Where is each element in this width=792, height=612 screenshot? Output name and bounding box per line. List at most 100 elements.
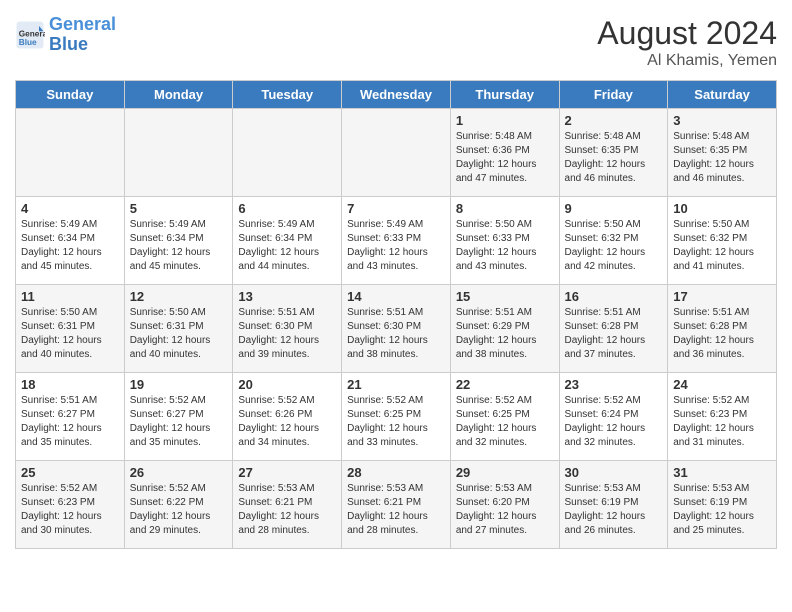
day-cell-29: 29 Sunrise: 5:53 AM Sunset: 6:20 PM Dayli…: [450, 461, 559, 549]
day-cell-12: 12Sunrise: 5:50 AM Sunset: 6:31 PM Dayli…: [124, 285, 233, 373]
empty-cell: [342, 109, 451, 197]
day-number: 19: [130, 377, 228, 392]
day-number: 25: [21, 465, 119, 480]
day-number: 15: [456, 289, 554, 304]
day-info: Sunrise: 5:52 AM Sunset: 6:27 PM Dayligh…: [130, 394, 228, 450]
header-row: SundayMondayTuesdayWednesdayThursdayFrid…: [16, 81, 777, 109]
day-number: 20: [238, 377, 336, 392]
week-row-4: 18 Sunrise: 5:51 AM Sunset: 6:27 PM Dayli…: [16, 373, 777, 461]
day-number: 24: [673, 377, 771, 392]
day-info: Sunrise: 5:51 AM Sunset: 6:28 PM Dayligh…: [673, 306, 771, 362]
day-cell-15: 15 Sunrise: 5:51 AM Sunset: 6:29 PM Dayli…: [450, 285, 559, 373]
week-row-3: 11Sunrise: 5:50 AM Sunset: 6:31 PM Dayli…: [16, 285, 777, 373]
day-cell-10: 10 Sunrise: 5:50 AM Sunset: 6:32 PM Dayli…: [668, 197, 777, 285]
header-day-saturday: Saturday: [668, 81, 777, 109]
day-info: Sunrise: 5:52 AM Sunset: 6:23 PM Dayligh…: [21, 482, 119, 538]
day-cell-8: 8 Sunrise: 5:50 AM Sunset: 6:33 PM Daylig…: [450, 197, 559, 285]
day-info: Sunrise: 5:52 AM Sunset: 6:22 PM Dayligh…: [130, 482, 228, 538]
day-info: Sunrise: 5:48 AM Sunset: 6:35 PM Dayligh…: [673, 130, 771, 186]
day-info: Sunrise: 5:50 AM Sunset: 6:32 PM Dayligh…: [673, 218, 771, 274]
day-number: 21: [347, 377, 445, 392]
header-day-monday: Monday: [124, 81, 233, 109]
day-info: Sunrise: 5:51 AM Sunset: 6:28 PM Dayligh…: [565, 306, 663, 362]
header-day-thursday: Thursday: [450, 81, 559, 109]
day-cell-31: 31Sunrise: 5:53 AM Sunset: 6:19 PM Dayli…: [668, 461, 777, 549]
day-number: 8: [456, 201, 554, 216]
day-number: 22: [456, 377, 554, 392]
day-info: Sunrise: 5:53 AM Sunset: 6:21 PM Dayligh…: [347, 482, 445, 538]
day-number: 16: [565, 289, 663, 304]
calendar-table: SundayMondayTuesdayWednesdayThursdayFrid…: [15, 80, 777, 549]
day-info: Sunrise: 5:52 AM Sunset: 6:25 PM Dayligh…: [456, 394, 554, 450]
day-cell-17: 17 Sunrise: 5:51 AM Sunset: 6:28 PM Dayli…: [668, 285, 777, 373]
day-cell-19: 19 Sunrise: 5:52 AM Sunset: 6:27 PM Dayli…: [124, 373, 233, 461]
day-info: Sunrise: 5:51 AM Sunset: 6:29 PM Dayligh…: [456, 306, 554, 362]
day-cell-9: 9Sunrise: 5:50 AM Sunset: 6:32 PM Daylig…: [559, 197, 668, 285]
day-info: Sunrise: 5:49 AM Sunset: 6:33 PM Dayligh…: [347, 218, 445, 274]
day-number: 5: [130, 201, 228, 216]
day-cell-18: 18 Sunrise: 5:51 AM Sunset: 6:27 PM Dayli…: [16, 373, 125, 461]
day-number: 17: [673, 289, 771, 304]
day-number: 2: [565, 113, 663, 128]
day-cell-25: 25 Sunrise: 5:52 AM Sunset: 6:23 PM Dayli…: [16, 461, 125, 549]
day-info: Sunrise: 5:53 AM Sunset: 6:21 PM Dayligh…: [238, 482, 336, 538]
day-info: Sunrise: 5:48 AM Sunset: 6:36 PM Dayligh…: [456, 130, 554, 186]
day-number: 26: [130, 465, 228, 480]
day-info: Sunrise: 5:49 AM Sunset: 6:34 PM Dayligh…: [130, 218, 228, 274]
day-number: 29: [456, 465, 554, 480]
day-info: Sunrise: 5:49 AM Sunset: 6:34 PM Dayligh…: [238, 218, 336, 274]
day-number: 18: [21, 377, 119, 392]
day-number: 1: [456, 113, 554, 128]
day-cell-30: 30Sunrise: 5:53 AM Sunset: 6:19 PM Dayli…: [559, 461, 668, 549]
logo-text: General Blue: [49, 15, 116, 55]
day-number: 7: [347, 201, 445, 216]
day-info: Sunrise: 5:52 AM Sunset: 6:25 PM Dayligh…: [347, 394, 445, 450]
logo-blue: Blue: [49, 34, 88, 54]
day-info: Sunrise: 5:49 AM Sunset: 6:34 PM Dayligh…: [21, 218, 119, 274]
week-row-5: 25 Sunrise: 5:52 AM Sunset: 6:23 PM Dayli…: [16, 461, 777, 549]
title-block: August 2024 Al Khamis, Yemen: [597, 15, 777, 70]
day-info: Sunrise: 5:51 AM Sunset: 6:30 PM Dayligh…: [238, 306, 336, 362]
day-cell-27: 27Sunrise: 5:53 AM Sunset: 6:21 PM Dayli…: [233, 461, 342, 549]
day-number: 28: [347, 465, 445, 480]
day-info: Sunrise: 5:52 AM Sunset: 6:23 PM Dayligh…: [673, 394, 771, 450]
day-info: Sunrise: 5:52 AM Sunset: 6:24 PM Dayligh…: [565, 394, 663, 450]
day-info: Sunrise: 5:51 AM Sunset: 6:27 PM Dayligh…: [21, 394, 119, 450]
day-cell-16: 16 Sunrise: 5:51 AM Sunset: 6:28 PM Dayli…: [559, 285, 668, 373]
day-number: 23: [565, 377, 663, 392]
month-year: August 2024: [597, 15, 777, 52]
day-cell-11: 11Sunrise: 5:50 AM Sunset: 6:31 PM Dayli…: [16, 285, 125, 373]
day-cell-6: 6 Sunrise: 5:49 AM Sunset: 6:34 PM Daylig…: [233, 197, 342, 285]
day-info: Sunrise: 5:51 AM Sunset: 6:30 PM Dayligh…: [347, 306, 445, 362]
day-info: Sunrise: 5:50 AM Sunset: 6:32 PM Dayligh…: [565, 218, 663, 274]
day-cell-21: 21 Sunrise: 5:52 AM Sunset: 6:25 PM Dayli…: [342, 373, 451, 461]
empty-cell: [124, 109, 233, 197]
day-info: Sunrise: 5:50 AM Sunset: 6:33 PM Dayligh…: [456, 218, 554, 274]
week-row-1: 1 Sunrise: 5:48 AM Sunset: 6:36 PM Daylig…: [16, 109, 777, 197]
location: Al Khamis, Yemen: [597, 52, 777, 70]
day-number: 3: [673, 113, 771, 128]
svg-text:Blue: Blue: [19, 38, 37, 47]
day-cell-2: 2 Sunrise: 5:48 AM Sunset: 6:35 PM Daylig…: [559, 109, 668, 197]
day-number: 14: [347, 289, 445, 304]
day-info: Sunrise: 5:53 AM Sunset: 6:20 PM Dayligh…: [456, 482, 554, 538]
day-info: Sunrise: 5:53 AM Sunset: 6:19 PM Dayligh…: [565, 482, 663, 538]
page-header: General Blue General Blue August 2024 Al…: [15, 15, 777, 70]
day-cell-1: 1 Sunrise: 5:48 AM Sunset: 6:36 PM Daylig…: [450, 109, 559, 197]
week-row-2: 4Sunrise: 5:49 AM Sunset: 6:34 PM Daylig…: [16, 197, 777, 285]
empty-cell: [16, 109, 125, 197]
day-cell-20: 20 Sunrise: 5:52 AM Sunset: 6:26 PM Dayli…: [233, 373, 342, 461]
day-number: 13: [238, 289, 336, 304]
day-number: 31: [673, 465, 771, 480]
logo-general: General: [49, 14, 116, 34]
day-info: Sunrise: 5:50 AM Sunset: 6:31 PM Dayligh…: [130, 306, 228, 362]
day-cell-28: 28 Sunrise: 5:53 AM Sunset: 6:21 PM Dayli…: [342, 461, 451, 549]
day-info: Sunrise: 5:48 AM Sunset: 6:35 PM Dayligh…: [565, 130, 663, 186]
day-cell-5: 5 Sunrise: 5:49 AM Sunset: 6:34 PM Daylig…: [124, 197, 233, 285]
day-cell-24: 24 Sunrise: 5:52 AM Sunset: 6:23 PM Dayli…: [668, 373, 777, 461]
day-number: 6: [238, 201, 336, 216]
day-cell-7: 7 Sunrise: 5:49 AM Sunset: 6:33 PM Daylig…: [342, 197, 451, 285]
day-cell-3: 3 Sunrise: 5:48 AM Sunset: 6:35 PM Daylig…: [668, 109, 777, 197]
day-info: Sunrise: 5:52 AM Sunset: 6:26 PM Dayligh…: [238, 394, 336, 450]
day-number: 10: [673, 201, 771, 216]
